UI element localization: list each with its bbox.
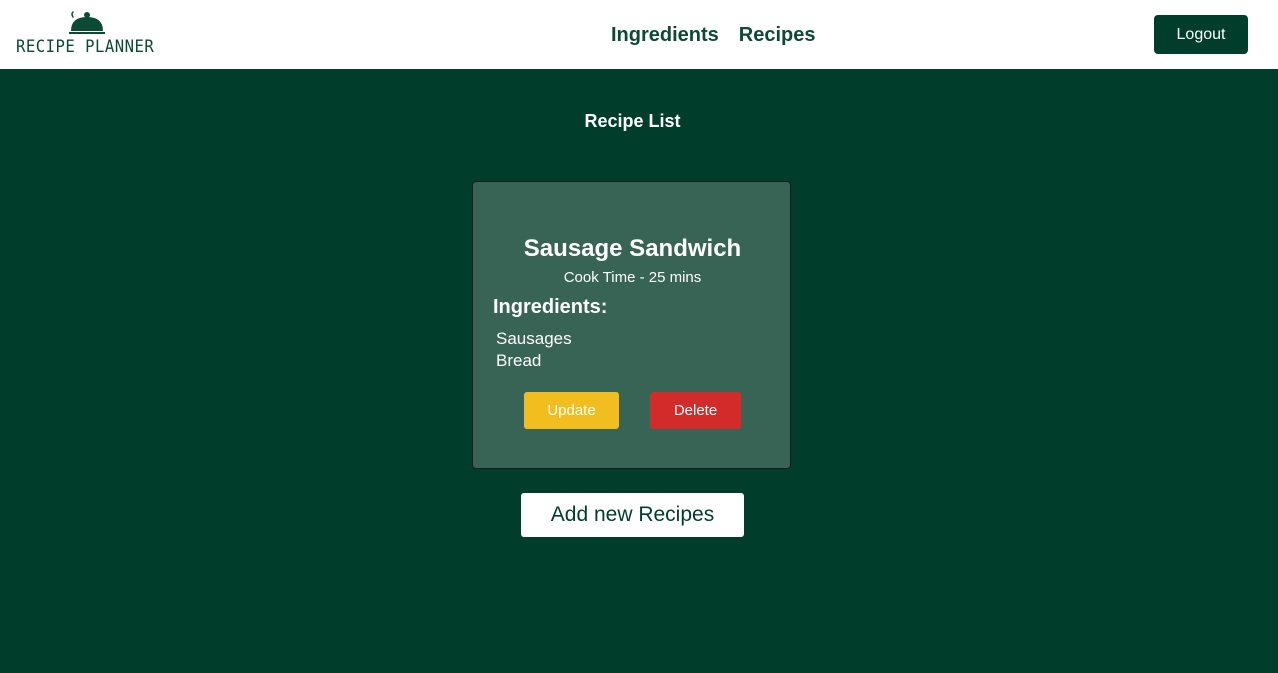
recipe-card: Sausage Sandwich Cook Time - 25 mins Ing… bbox=[472, 181, 791, 469]
page-title: Recipe List bbox=[584, 111, 681, 131]
recipe-cook-time: Cook Time - 25 mins bbox=[563, 269, 702, 286]
navbar: RECIPE PLANNER Ingredients Recipes Logou… bbox=[0, 0, 1278, 69]
cloche-icon bbox=[69, 11, 105, 34]
recipe-title: Sausage Sandwich bbox=[523, 235, 742, 262]
update-button[interactable]: Update bbox=[524, 392, 619, 429]
nav-link-recipes[interactable]: Recipes bbox=[739, 22, 816, 48]
main-nav: Ingredients Recipes bbox=[611, 22, 816, 48]
add-recipe-button[interactable]: Add new Recipes bbox=[521, 493, 744, 537]
ingredient-list: Sausages Bread bbox=[496, 328, 572, 372]
ingredients-heading: Ingredients: bbox=[493, 296, 608, 318]
brand-logo[interactable]: RECIPE PLANNER bbox=[16, 8, 166, 60]
ingredient-item: Sausages bbox=[496, 329, 572, 348]
brand-name: RECIPE PLANNER bbox=[16, 37, 155, 57]
ingredient-item: Bread bbox=[496, 351, 542, 370]
nav-link-ingredients[interactable]: Ingredients bbox=[611, 22, 719, 48]
logout-button[interactable]: Logout bbox=[1154, 15, 1248, 54]
delete-button[interactable]: Delete bbox=[650, 392, 741, 429]
